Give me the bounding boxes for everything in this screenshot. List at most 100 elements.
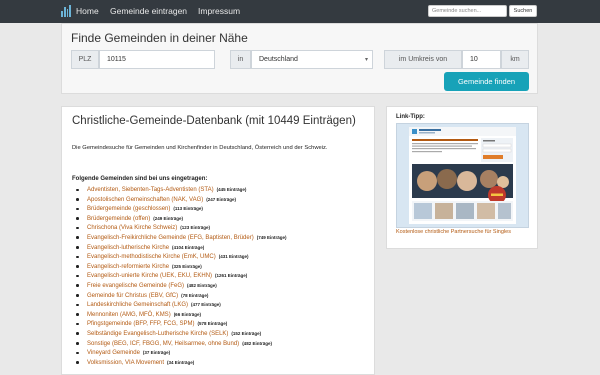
link-tip-card: Link-Tipp: Kostenlose christliche Partne… [386, 106, 538, 249]
list-item: Brüdergemeinde (geschlossen) (113 Einträg… [72, 204, 372, 214]
entry-count: (4104 Einträge) [172, 244, 205, 250]
link-tip-title: Link-Tipp: [396, 114, 425, 120]
bullet-icon [76, 351, 79, 355]
denomination-link[interactable]: Freie evangelische Gemeinde (FeG) [87, 283, 184, 289]
database-description: Die Gemeindesuche für Gemeinden und Kirc… [72, 145, 328, 151]
search-title: Finde Gemeinden in deiner Nähe [71, 31, 248, 45]
bullet-icon [76, 265, 79, 268]
list-item: Landeskirchliche Gemeinschaft (LKG) (477 … [72, 300, 372, 310]
list-item: Volksmission, VIA Movement (34 Einträge) [72, 358, 372, 368]
plz-input[interactable]: 10115 [99, 50, 215, 69]
denomination-link[interactable]: Evangelisch-unierte Kirche (UEK, EKU, EK… [87, 273, 212, 279]
list-item: Selbständige Evangelisch-Lutherische Kir… [72, 329, 372, 339]
list-heading: Folgende Gemeinden sind bei uns eingetra… [72, 176, 208, 182]
denomination-link[interactable]: Volksmission, VIA Movement [87, 360, 164, 366]
radius-input[interactable]: 10 [462, 50, 501, 69]
bullet-icon [76, 294, 79, 297]
entry-count: (34 Einträge) [167, 359, 195, 365]
entry-count: (749 Einträge) [256, 234, 287, 240]
entry-count: (431 Einträge) [218, 254, 249, 260]
database-card: Christliche-Gemeinde-Datenbank (mit 1044… [61, 106, 375, 375]
list-item: Evangelisch-methodistische Kirche (EmK, … [72, 252, 372, 262]
entry-count: (123 Einträge) [180, 225, 211, 231]
bullet-icon [76, 207, 79, 211]
bullet-icon [76, 303, 79, 307]
denomination-link[interactable]: Evangelisch-methodistische Kirche (EmK, … [87, 254, 216, 260]
bullet-icon [76, 342, 79, 345]
list-item: Pfingstgemeinde (BFP, FFP, FCG, SPM) (578… [72, 319, 372, 329]
bullet-icon [76, 236, 79, 239]
list-item: Brüdergemeinde (offen) (249 Einträge) [72, 214, 372, 224]
nav-add-community-link[interactable]: Gemeinde eintragen [110, 6, 187, 16]
list-item: Adventisten, Siebenten-Tags-Adventisten … [72, 185, 372, 195]
denomination-link[interactable]: Vineyard Gemeinde [87, 350, 140, 356]
bullet-icon [76, 361, 79, 364]
nav-search-input[interactable]: Gemeinde suchen... [428, 5, 507, 17]
database-title: Christliche-Gemeinde-Datenbank (mit 1044… [72, 115, 356, 127]
bullet-icon [76, 198, 79, 201]
bullet-icon [76, 255, 79, 259]
list-item: Evangelisch-Freikirchliche Gemeinde (EFG… [72, 233, 372, 243]
list-item: Evangelisch-unierte Kirche (UEK, EKU, EK… [72, 271, 372, 281]
entry-count: (1261 Einträge) [215, 273, 248, 279]
list-item: Evangelisch-lutherische Kirche (4104 Eint… [72, 243, 372, 253]
denomination-link[interactable]: Brüdergemeinde (offen) [87, 216, 150, 222]
bullet-icon [76, 246, 79, 249]
entry-count: (78 Einträge) [181, 292, 209, 298]
list-item: Mennoniten (AMG, MFÖ, KMS) (66 Einträge) [72, 310, 372, 320]
in-label: in [230, 50, 251, 69]
list-item: Sonstige (BEG, ICF, FBGG, MV, Heilsarmee… [72, 339, 372, 349]
entry-count: (249 Einträge) [153, 215, 184, 221]
denomination-link[interactable]: Landeskirchliche Gemeinschaft (LKG) [87, 302, 188, 308]
denomination-link[interactable]: Brüdergemeinde (geschlossen) [87, 206, 170, 212]
top-navbar: Home Gemeinde eintragen Impressum Gemein… [0, 0, 600, 23]
denomination-link[interactable]: Sonstige (BEG, ICF, FBGG, MV, Heilsarmee… [87, 341, 239, 347]
entry-count: (482 Einträge) [242, 340, 272, 346]
denomination-link[interactable]: Evangelisch-lutherische Kirche [87, 245, 169, 251]
list-item: Apostolischen Gemeinschaften (NAK, VAG)(… [72, 195, 372, 205]
radius-label: im Umkreis von [384, 50, 462, 69]
entry-count: (325 Einträge) [172, 263, 202, 269]
denomination-link[interactable]: Gemeinde für Christus (EBV, GfC) [87, 293, 178, 299]
country-select[interactable]: Deutschland ▾ [251, 50, 373, 69]
entry-count: (445 Einträge) [216, 187, 247, 192]
location-search-card: Finde Gemeinden in deiner Nähe PLZ 10115… [61, 23, 538, 94]
denomination-link[interactable]: Selbständige Evangelisch-Lutherische Kir… [87, 331, 228, 337]
denomination-link[interactable]: Adventisten, Siebenten-Tags-Adventisten … [87, 187, 214, 193]
denomination-link[interactable]: Pfingstgemeinde (BFP, FFP, FCG, SPM) [87, 321, 194, 327]
entry-count: (37 Einträge) [142, 350, 171, 356]
denomination-link[interactable]: Evangelisch-reformierte Kirche [87, 264, 169, 270]
partner-search-link[interactable]: Kostenlose christliche Partnersuche für … [396, 228, 531, 236]
denomination-link[interactable]: Apostolischen Gemeinschaften (NAK, VAG) [87, 197, 203, 203]
nav-search-button[interactable]: Suchen [509, 5, 537, 17]
bar-chart-logo-icon[interactable] [61, 5, 71, 17]
entry-count: (113 Einträge) [173, 206, 203, 212]
partner-search-banner-graphic [397, 124, 528, 227]
denomination-link[interactable]: Mennoniten (AMG, MFÖ, KMS) [87, 312, 171, 318]
bullet-icon [76, 284, 79, 287]
list-item: Freie evangelische Gemeinde (FeG) (482 Ei… [72, 281, 372, 291]
denomination-list: Adventisten, Siebenten-Tags-Adventisten … [72, 185, 372, 367]
entry-count: (152 Einträge) [231, 330, 262, 336]
list-item: Chrischona (Viva Kirche Schweiz) (123 Ein… [72, 223, 372, 233]
plz-label: PLZ [71, 50, 99, 69]
bullet-icon [76, 217, 79, 220]
entry-count: (477 Einträge) [191, 302, 221, 308]
nav-impressum-link[interactable]: Impressum [198, 6, 240, 16]
entry-count: (247 Einträge) [206, 196, 237, 202]
entry-count: (66 Einträge) [173, 311, 201, 317]
bullet-icon [76, 274, 79, 278]
denomination-link[interactable]: Evangelisch-Freikirchliche Gemeinde (EFG… [87, 235, 254, 241]
bullet-icon [76, 188, 79, 191]
entry-count: (578 Einträge) [197, 321, 228, 327]
bullet-icon [76, 332, 79, 335]
find-community-button[interactable]: Gemeinde finden [444, 72, 529, 91]
country-select-value: Deutschland [259, 56, 298, 63]
partner-search-banner-image[interactable] [396, 123, 529, 228]
denomination-link[interactable]: Chrischona (Viva Kirche Schweiz) [87, 225, 177, 231]
bullet-icon [76, 313, 79, 316]
km-label: km [501, 50, 529, 69]
list-item: Vineyard Gemeinde (37 Einträge) [72, 348, 372, 358]
nav-home-link[interactable]: Home [76, 6, 99, 16]
bullet-icon [76, 226, 79, 230]
